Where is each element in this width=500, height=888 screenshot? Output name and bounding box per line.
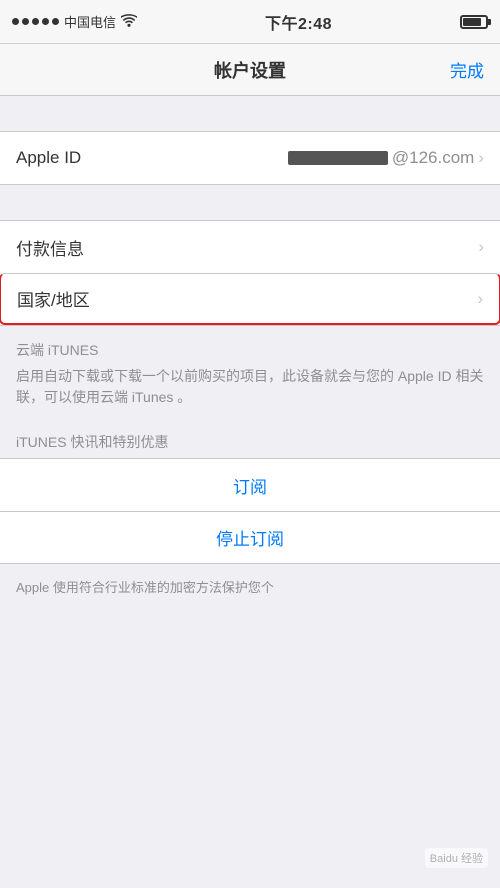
subscribe-label: 订阅 xyxy=(233,473,267,498)
subscribe-section: 订阅 停止订阅 xyxy=(0,458,500,564)
apple-id-cell[interactable]: Apple ID @126.com › xyxy=(0,132,500,184)
wifi-icon xyxy=(121,14,137,30)
country-label: 国家/地区 xyxy=(17,286,90,311)
itunes-description: 启用自动下载或下载一个以前购买的项目，此设备就会与您的 Apple ID 相关联… xyxy=(16,366,484,408)
payment-cell[interactable]: 付款信息 › xyxy=(0,221,500,273)
carrier-label: 中国电信 xyxy=(64,12,116,31)
country-chevron-icon: › xyxy=(477,289,483,309)
battery-icon xyxy=(460,15,488,29)
apple-id-label: Apple ID xyxy=(16,148,81,168)
payment-country-section: 付款信息 › 国家/地区 › xyxy=(0,220,500,326)
gap-1 xyxy=(0,96,500,131)
chevron-icon: › xyxy=(478,148,484,168)
payment-chevron-icon: › xyxy=(478,237,484,257)
payment-label: 付款信息 xyxy=(16,235,84,260)
newsletter-title: iTUNES 快讯和特别优惠 xyxy=(16,432,484,452)
status-right xyxy=(460,15,488,29)
done-button[interactable]: 完成 xyxy=(450,57,484,82)
dot-2 xyxy=(22,18,29,25)
country-cell[interactable]: 国家/地区 › xyxy=(0,273,500,325)
status-time: 下午2:48 xyxy=(265,10,332,34)
newsletter-section: iTUNES 快讯和特别优惠 xyxy=(0,418,500,458)
redacted-email xyxy=(288,151,388,165)
battery-fill xyxy=(463,18,481,26)
page-container: 中国电信 下午2:48 帐户设置 完成 Apple ID @126.com xyxy=(0,0,500,888)
itunes-title: 云端 iTUNES xyxy=(16,340,484,360)
unsubscribe-label: 停止订阅 xyxy=(216,525,284,550)
footer-section: Apple 使用符合行业标准的加密方法保护您个 xyxy=(0,564,500,612)
signal-dots xyxy=(12,18,59,25)
status-left: 中国电信 xyxy=(12,12,137,31)
nav-title: 帐户设置 xyxy=(214,57,286,83)
dot-3 xyxy=(32,18,39,25)
gap-2 xyxy=(0,185,500,220)
country-value: › xyxy=(477,289,483,309)
dot-4 xyxy=(42,18,49,25)
apple-id-value: @126.com › xyxy=(288,148,484,168)
payment-value: › xyxy=(478,237,484,257)
nav-bar: 帐户设置 完成 xyxy=(0,44,500,96)
email-suffix: @126.com xyxy=(392,148,474,168)
footer-text: Apple 使用符合行业标准的加密方法保护您个 xyxy=(16,578,484,598)
dot-5 xyxy=(52,18,59,25)
dot-1 xyxy=(12,18,19,25)
unsubscribe-button[interactable]: 停止订阅 xyxy=(0,511,500,563)
itunes-section: 云端 iTUNES 启用自动下载或下载一个以前购买的项目，此设备就会与您的 Ap… xyxy=(0,326,500,418)
subscribe-button[interactable]: 订阅 xyxy=(0,459,500,511)
watermark: Baidu 经验 xyxy=(425,848,488,868)
status-bar: 中国电信 下午2:48 xyxy=(0,0,500,44)
apple-id-section: Apple ID @126.com › xyxy=(0,131,500,185)
